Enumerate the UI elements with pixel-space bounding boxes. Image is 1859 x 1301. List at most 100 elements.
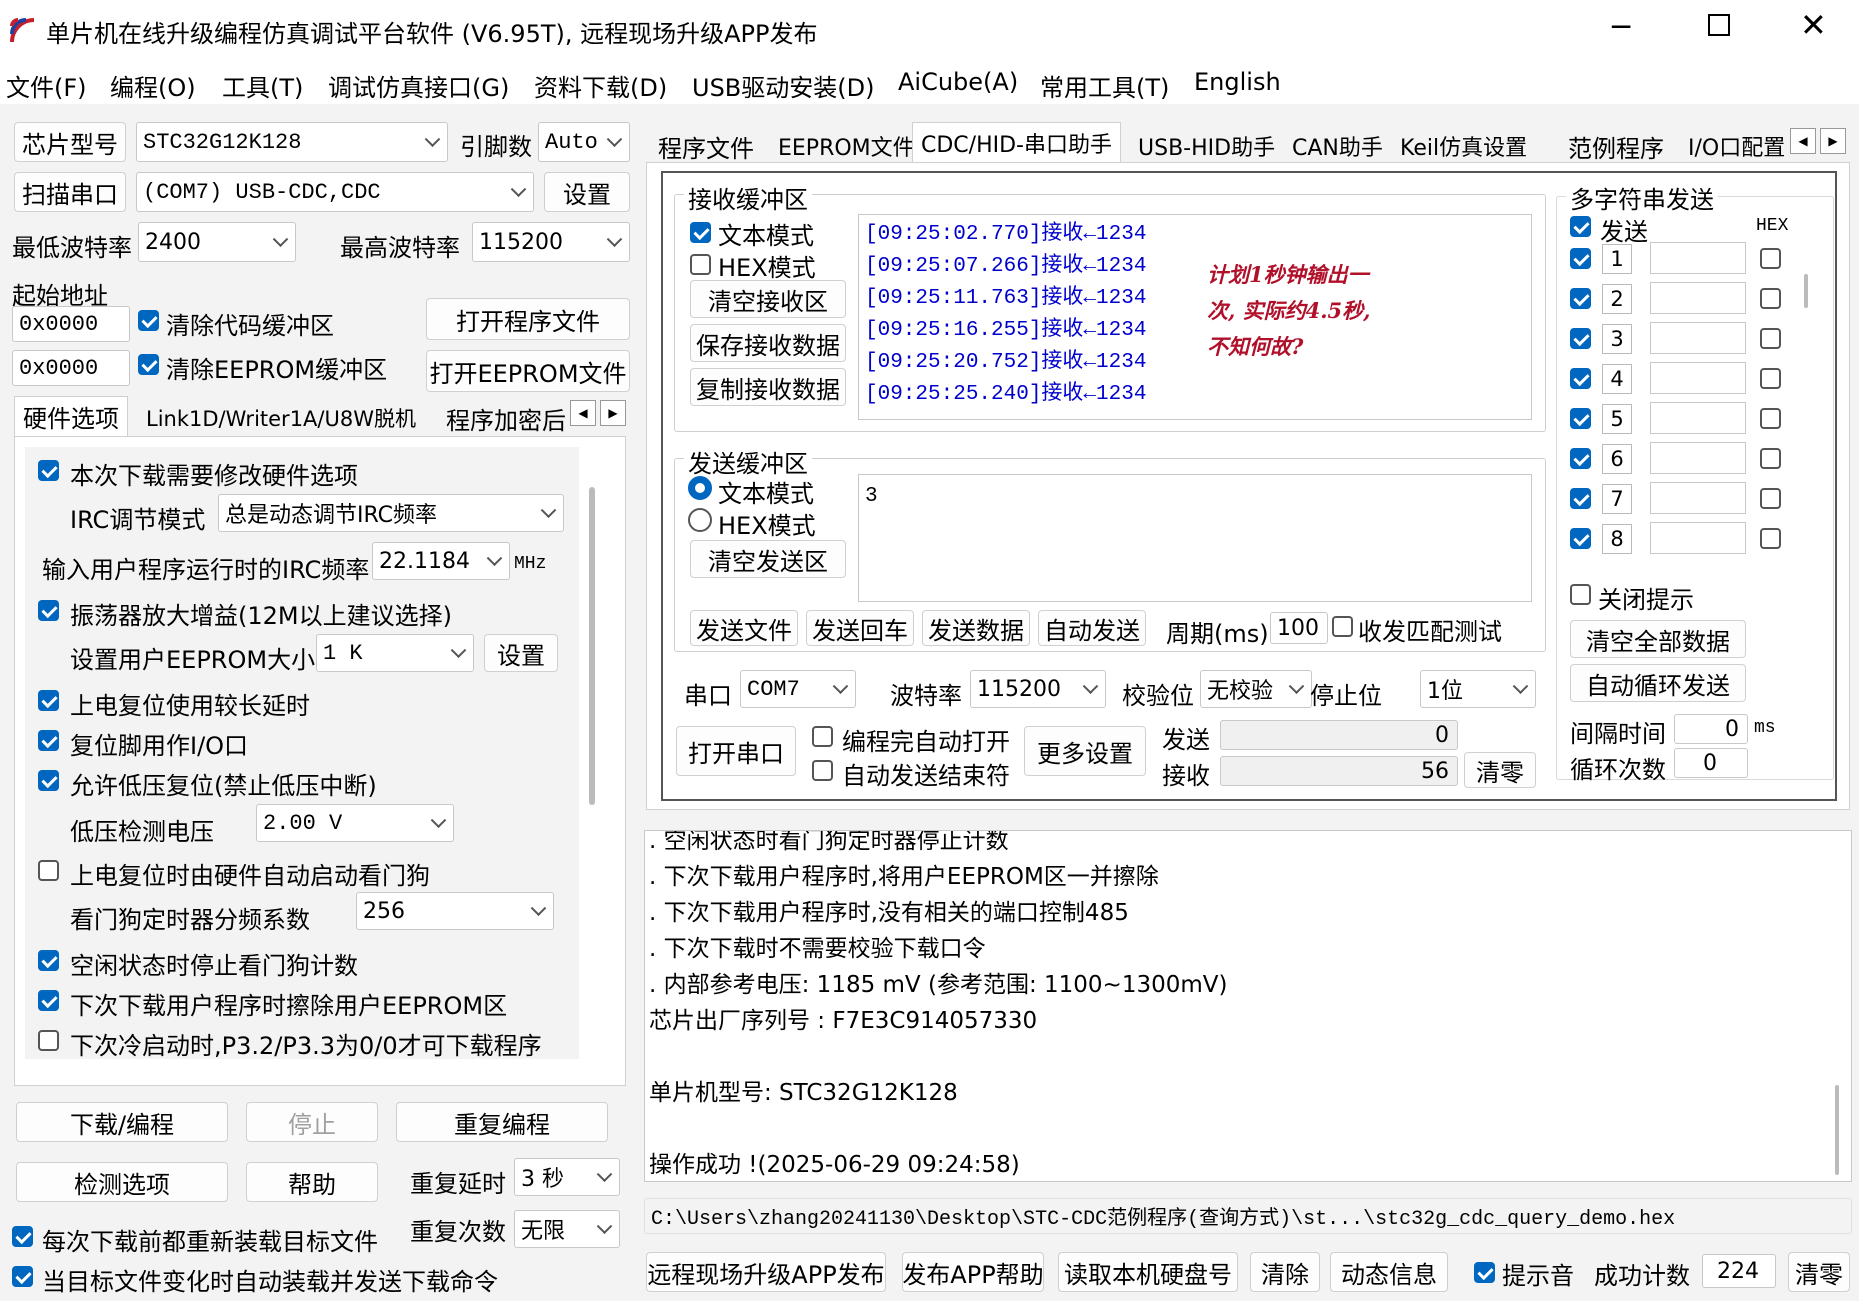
multi-row-input[interactable]: [1650, 362, 1746, 394]
chip-model-button[interactable]: 芯片型号: [14, 122, 126, 162]
options-scrollbar[interactable]: [589, 487, 595, 805]
clear-code-checkbox[interactable]: [138, 310, 159, 331]
eeprom-size-set-button[interactable]: 设置: [484, 634, 558, 672]
port-settings-button[interactable]: 设置: [544, 172, 630, 212]
tab-program-file[interactable]: 程序文件: [650, 126, 762, 166]
multi-row-checkbox[interactable]: [1570, 328, 1591, 349]
pins-select[interactable]: Auto: [538, 122, 630, 162]
baud-rate-select[interactable]: 115200: [970, 670, 1106, 708]
eeprom-address-input[interactable]: 0x0000: [12, 350, 130, 386]
repeat-delay-select[interactable]: 3 秒: [514, 1158, 620, 1196]
log-scrollbar[interactable]: [1835, 1085, 1839, 1175]
menu-debug[interactable]: 调试仿真接口(G): [328, 68, 509, 103]
multi-row-checkbox[interactable]: [1570, 248, 1591, 269]
code-address-input[interactable]: 0x0000: [12, 306, 130, 342]
tab-can[interactable]: CAN助手: [1284, 126, 1391, 166]
clear-log-button[interactable]: 清除: [1250, 1252, 1320, 1292]
menu-tools[interactable]: 工具(T): [222, 68, 303, 103]
tab-eeprom-file[interactable]: EEPROM文件: [770, 126, 923, 166]
publish-app-button[interactable]: 远程现场升级APP发布: [646, 1252, 886, 1292]
scan-port-button[interactable]: 扫描串口: [14, 172, 126, 212]
tab-offline-writer[interactable]: Link1D/Writer1A/U8W脱机: [138, 398, 424, 438]
multi-row-checkbox[interactable]: [1570, 288, 1591, 309]
multi-row-hex-checkbox[interactable]: [1760, 448, 1781, 469]
send-hex-mode-radio[interactable]: [688, 508, 712, 532]
recv-hex-mode-checkbox[interactable]: [690, 254, 711, 275]
modify-hw-checkbox[interactable]: [38, 460, 59, 481]
power-reset-delay-checkbox[interactable]: [38, 690, 59, 711]
auto-open-checkbox[interactable]: [812, 726, 833, 747]
tab-encryption[interactable]: 程序加密后: [438, 398, 568, 438]
copy-receive-button[interactable]: 复制接收数据: [690, 368, 846, 406]
tab-keil[interactable]: Keil仿真设置: [1392, 126, 1535, 166]
right-tab-scroll-left-icon[interactable]: ◀: [1790, 128, 1816, 154]
multi-row-input[interactable]: [1650, 242, 1746, 274]
reload-target-checkbox[interactable]: [12, 1226, 33, 1247]
multi-row-input[interactable]: [1650, 482, 1746, 514]
port-select[interactable]: (COM7) USB-CDC,CDC: [136, 172, 534, 212]
clear-count-button[interactable]: 清零: [1464, 752, 1536, 788]
clear-receive-button[interactable]: 清空接收区: [690, 280, 846, 318]
repeat-program-button[interactable]: 重复编程: [396, 1102, 608, 1142]
download-program-button[interactable]: 下载/编程: [16, 1102, 228, 1142]
open-program-button[interactable]: 打开程序文件: [426, 298, 630, 340]
erase-eeprom-checkbox[interactable]: [38, 990, 59, 1011]
close-icon[interactable]: ✕: [1800, 6, 1827, 44]
publish-help-button[interactable]: 发布APP帮助: [902, 1252, 1044, 1292]
multi-row-checkbox[interactable]: [1570, 368, 1591, 389]
wdt-divider-select[interactable]: 256: [356, 892, 554, 930]
idle-stop-wdt-checkbox[interactable]: [38, 950, 59, 971]
menu-program[interactable]: 编程(O): [110, 68, 196, 103]
menu-usb-driver[interactable]: USB驱动安装(D): [692, 68, 874, 103]
multi-row-input[interactable]: [1650, 402, 1746, 434]
multi-row-hex-checkbox[interactable]: [1760, 408, 1781, 429]
close-tip-checkbox[interactable]: [1570, 584, 1591, 605]
open-serial-button[interactable]: 打开串口: [676, 726, 796, 776]
osc-gain-checkbox[interactable]: [38, 600, 59, 621]
match-test-checkbox[interactable]: [1332, 616, 1353, 637]
loop-count-input[interactable]: 0: [1674, 748, 1748, 778]
multi-scrollbar[interactable]: [1804, 274, 1808, 308]
multi-row-hex-checkbox[interactable]: [1760, 368, 1781, 389]
auto-watchdog-checkbox[interactable]: [38, 860, 59, 881]
menu-aicube[interactable]: AiCube(A): [898, 68, 1018, 96]
receive-textarea[interactable]: [09:25:02.770]接收←1234 [09:25:07.266]接收←1…: [858, 214, 1532, 420]
multi-row-checkbox[interactable]: [1570, 448, 1591, 469]
multi-row-input[interactable]: [1650, 522, 1746, 554]
serial-port-select[interactable]: COM7: [740, 670, 856, 708]
minimize-button[interactable]: ─: [1612, 10, 1630, 45]
multi-row-checkbox[interactable]: [1570, 408, 1591, 429]
send-text-mode-radio[interactable]: [688, 476, 712, 500]
auto-end-checkbox[interactable]: [812, 760, 833, 781]
multi-row-hex-checkbox[interactable]: [1760, 288, 1781, 309]
cold-start-checkbox[interactable]: [38, 1030, 59, 1051]
multi-row-input[interactable]: [1650, 282, 1746, 314]
read-disk-id-button[interactable]: 读取本机硬盘号: [1058, 1252, 1238, 1292]
period-input[interactable]: 100: [1270, 612, 1328, 644]
max-baud-select[interactable]: 115200: [472, 222, 630, 262]
eeprom-size-select[interactable]: 1 K: [316, 634, 474, 672]
multi-send-all-checkbox[interactable]: [1570, 216, 1591, 237]
send-textarea[interactable]: 3: [858, 474, 1532, 602]
save-receive-button[interactable]: 保存接收数据: [690, 324, 846, 362]
menu-english[interactable]: English: [1194, 68, 1281, 96]
dynamic-info-button[interactable]: 动态信息: [1330, 1252, 1448, 1292]
clear-eeprom-checkbox[interactable]: [138, 354, 159, 375]
tab-scroll-right-icon[interactable]: ▶: [600, 400, 626, 426]
maximize-button[interactable]: [1708, 14, 1730, 36]
clear-send-button[interactable]: 清空发送区: [690, 540, 846, 578]
stop-bits-select[interactable]: 1位: [1420, 670, 1536, 708]
open-eeprom-button[interactable]: 打开EEPROM文件: [426, 350, 630, 392]
menu-download[interactable]: 资料下载(D): [534, 68, 667, 103]
tab-scroll-left-icon[interactable]: ◀: [570, 400, 596, 426]
recv-text-mode-checkbox[interactable]: [690, 222, 711, 243]
tab-usb-hid[interactable]: USB-HID助手: [1130, 126, 1283, 166]
tab-examples[interactable]: 范例程序: [1560, 126, 1672, 166]
right-tab-scroll-right-icon[interactable]: ▶: [1820, 128, 1846, 154]
log-output[interactable]: . 空闲状态时看门狗定时器停止计数 . 下次下载用户程序时,将用户EEPROM区…: [644, 830, 1852, 1182]
tab-hardware-options[interactable]: 硬件选项: [14, 396, 128, 436]
multi-row-hex-checkbox[interactable]: [1760, 328, 1781, 349]
stop-button[interactable]: 停止: [246, 1102, 378, 1142]
auto-loop-send-button[interactable]: 自动循环发送: [1570, 664, 1746, 702]
chip-model-select[interactable]: STC32G12K128: [136, 122, 448, 162]
